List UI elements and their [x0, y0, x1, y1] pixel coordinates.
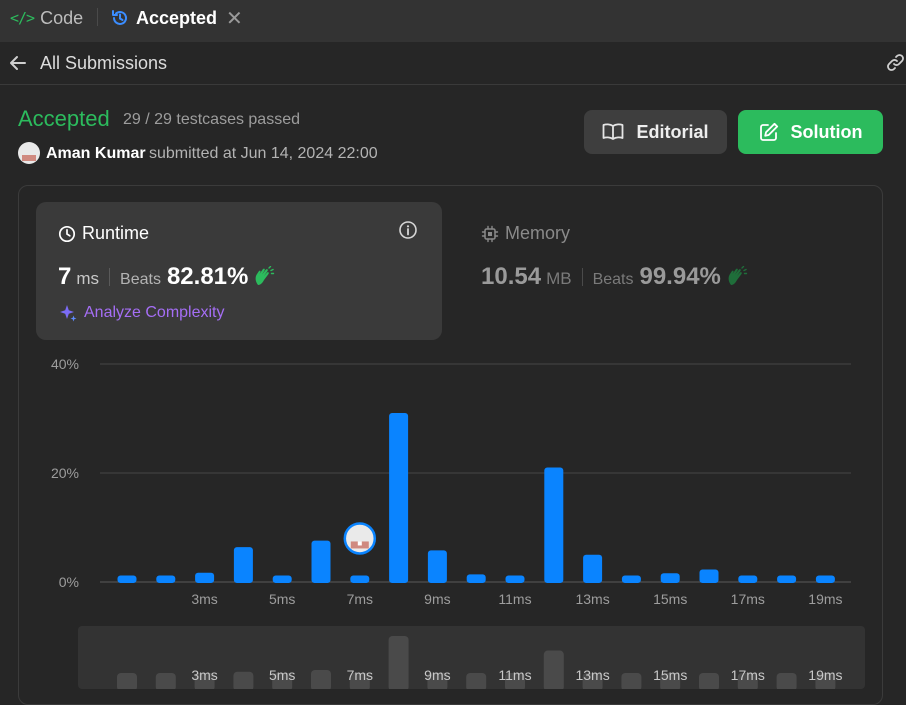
x-tick-label: 7ms [347, 591, 373, 607]
x-tick-label: 11ms [498, 591, 531, 607]
slider-bar [388, 636, 409, 689]
chart-bar[interactable] [350, 575, 370, 583]
slider-bar [466, 673, 487, 689]
avatar-detail [357, 541, 362, 546]
slider-tick-label: 3ms [191, 667, 217, 683]
slider-bar [543, 650, 564, 689]
chart-bar[interactable] [777, 575, 797, 583]
chart-bar[interactable] [583, 554, 603, 583]
chart-bar[interactable] [311, 540, 331, 583]
slider-bar [117, 673, 137, 689]
x-tick-label: 3ms [191, 591, 217, 607]
slider-bar [311, 669, 331, 689]
chart-bar[interactable] [660, 573, 680, 583]
chart-bar[interactable] [233, 547, 253, 583]
avatar [343, 522, 377, 555]
slider-tick-label: 13ms [575, 667, 609, 683]
slider-bar [233, 671, 254, 689]
your-submission-marker[interactable] [343, 522, 377, 555]
slider-tick-label: 7ms [347, 667, 373, 683]
x-tick-label: 17ms [731, 591, 765, 607]
chart-bar[interactable] [621, 575, 641, 583]
chart-bar[interactable] [466, 574, 486, 583]
x-tick-label: 5ms [269, 591, 295, 607]
slider-tick-label: 15ms [653, 667, 687, 683]
chart-bar[interactable] [699, 569, 719, 583]
chart-bar[interactable] [389, 413, 409, 583]
chart-bar[interactable] [117, 575, 137, 583]
slider-tick-label: 5ms [269, 667, 295, 683]
chart-bar[interactable] [544, 467, 564, 583]
slider-tick-label: 9ms [424, 667, 450, 683]
x-tick-label: 15ms [653, 591, 687, 607]
slider-bar [699, 673, 719, 689]
x-tick-label: 19ms [808, 591, 842, 607]
chart-bar[interactable] [195, 572, 215, 583]
slider-bar [621, 673, 642, 689]
chart-bar[interactable] [427, 550, 447, 583]
chart-bar[interactable] [738, 575, 758, 583]
slider-tick-label: 17ms [731, 667, 765, 683]
chart-bar[interactable] [156, 575, 176, 583]
chart-bar[interactable] [815, 575, 835, 583]
x-tick-label: 13ms [575, 591, 609, 607]
chart-bar[interactable] [272, 575, 292, 583]
y-tick-label: 0% [59, 574, 79, 590]
runtime-distribution-chart: 0% 20% 40% 3ms 5ms 7ms 9ms 11ms 13ms 15ms 17ms 19m… [51, 356, 851, 689]
chart-bar[interactable] [505, 575, 525, 583]
x-tick-label: 9ms [424, 591, 450, 607]
slider-tick-label: 11ms [498, 667, 531, 683]
slider-tick-label: 19ms [808, 667, 842, 683]
slider-bar [155, 673, 176, 689]
y-tick-label: 40% [51, 356, 79, 372]
y-tick-label: 20% [51, 465, 79, 481]
slider-bar [776, 673, 797, 689]
